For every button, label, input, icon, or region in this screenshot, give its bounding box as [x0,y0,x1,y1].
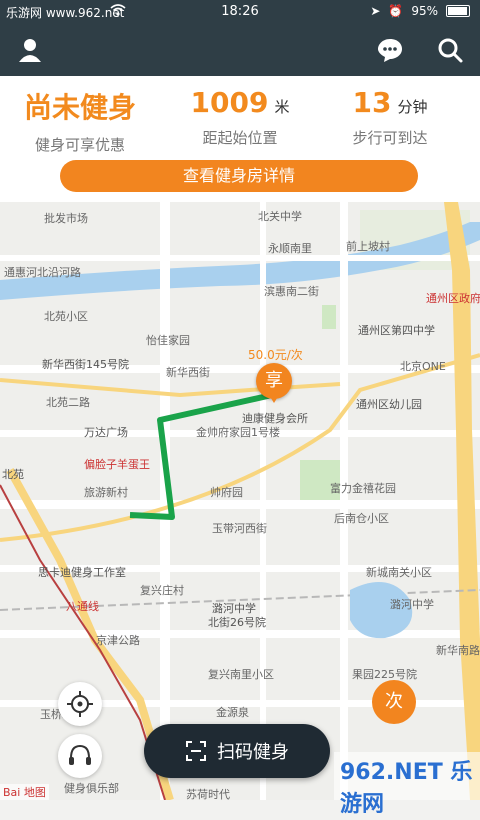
map-label: 北苑二路 [46,396,90,409]
map-label: 北街26号院 [208,616,266,629]
map-label: 北苑 [2,468,24,481]
map-label: 永顺南里 [268,242,312,255]
map-label: 金源泉 [216,706,249,719]
walk-caption: 步行可到达 [352,129,428,147]
locate-button[interactable] [58,682,102,726]
map-label: 玉带河西街 [212,522,267,535]
map-label: 金帅府家园1号楼 [196,426,280,439]
user-icon[interactable] [16,36,44,64]
walk-unit: 分钟 [397,98,428,116]
map-label: 后南仓小区 [334,512,389,525]
status-stat: 尚未健身 健身可享优惠 [0,86,160,155]
distance-value: 1009 [190,86,269,119]
map-label: 通州区第四中学 [358,324,435,337]
site-watermark: 962.NET 乐游网 [334,752,480,817]
map-label: 潞河中学 [390,598,434,611]
map-label: 万达广场 [84,426,128,439]
walk-value: 13 [352,86,392,119]
gym-price-label: 50.0元/次 [248,348,303,362]
alarm-icon: ⏰ [388,4,404,18]
baidu-map-watermark: Bai 地图 [0,784,49,800]
map-label: 帅府园 [210,486,243,499]
search-icon[interactable] [436,36,464,64]
status-value: 尚未健身 [23,91,136,124]
battery-percent: 95% [411,4,438,18]
scan-icon [186,741,206,761]
gym-details-button[interactable]: 查看健身房详情 [60,160,418,192]
map-label: 通州区幼儿园 [356,398,422,411]
crosshair-icon [67,691,93,717]
session-button[interactable]: 次 [372,680,416,724]
distance-caption: 距起始位置 [202,129,278,147]
map-label: 旅游新村 [84,486,128,499]
app-bar [0,24,480,76]
pin-icon-text: 享 [265,370,283,391]
status-caption: 健身可享优惠 [34,136,125,154]
map-label: 通州区政府 [426,292,480,305]
map-label: 通惠河北沿河路 [4,266,81,279]
battery-icon [446,5,470,17]
map-label: 北京ONE [400,360,446,373]
map-label: 思卡迪健身工作室 [38,566,126,579]
map-label: 滨惠南二街 [264,285,319,298]
distance-stat: 1009 米 距起始位置 [160,86,320,148]
distance-unit: 米 [274,98,290,116]
map-label: 新华西街 [166,366,210,379]
map-label: 新城南关小区 [366,566,432,579]
map-label: 偏脸子羊蛋王 [84,458,150,471]
map-label: 京津公路 [96,634,140,647]
map-label: 新华西街145号院 [42,358,129,371]
map-label: 复兴南里小区 [208,668,274,681]
scan-to-workout-button[interactable]: 扫码健身 [144,724,330,778]
location-arrow-icon: ➤ [370,4,381,18]
gym-info-panel: 尚未健身 健身可享优惠 1009 米 距起始位置 13 分钟 步行可到达 查看健身房… [0,76,480,202]
map-label: 前上坡村 [346,240,390,253]
map-label: 八通线 [66,600,99,613]
map-label: 果园225号院 [352,668,417,681]
map-label: 北苑小区 [44,310,88,323]
map-label: 怡佳家园 [146,334,190,347]
gym-location-pin[interactable]: 享 [256,363,292,403]
status-bar: 乐游网 www.962.net 18:26 ➤ ⏰ 95% [0,0,480,24]
walk-stat: 13 分钟 步行可到达 [310,86,470,148]
headset-icon [69,744,91,765]
chat-icon[interactable] [376,36,404,64]
site-watermark-text: 962.NET 乐游网 [340,760,473,817]
map-label: 富力金禧花园 [330,482,396,495]
map-label: 北关中学 [258,210,302,223]
map-label: 健身俱乐部 [64,782,119,795]
scan-button-label: 扫码健身 [217,742,289,763]
map-label: 批发市场 [44,212,88,225]
customer-service-button[interactable] [58,734,102,778]
map-label: 新华南路 [436,644,480,657]
map-label: 苏荷时代 [186,788,230,800]
map-label: 复兴庄村 [140,584,184,597]
